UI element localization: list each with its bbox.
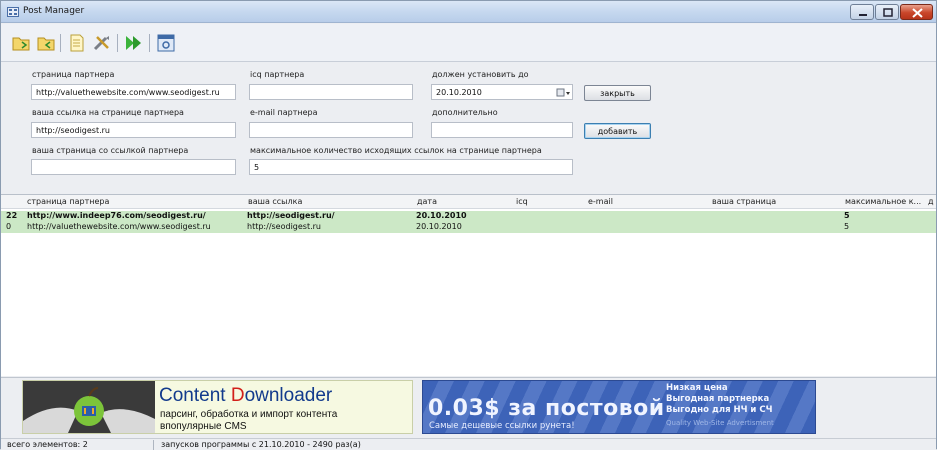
row-max-links: 5 (844, 211, 850, 220)
row-partner-page: http://www.indeep76.com/seodigest.ru/ (27, 211, 206, 220)
window-title: Post Manager (23, 6, 85, 16)
extra-input[interactable] (431, 122, 573, 138)
table-row[interactable]: 0 http://valuethewebsite.com/www.seodige… (1, 222, 936, 233)
partner-form: страница партнера http://valuethewebsite… (1, 63, 936, 191)
close-icon (912, 8, 923, 18)
content-downloader-banner[interactable]: Content Downloader парсинг, обработка и … (22, 380, 413, 434)
ad2-feature: Низкая цена (666, 383, 728, 393)
your-link-label: ваша ссылка на странице партнера (32, 108, 184, 117)
ad2-feature: Выгодная партнерка (666, 394, 770, 404)
ad2-feature: Выгодно для НЧ и СЧ (666, 405, 773, 415)
row-your-link: http://seodigest.ru/ (247, 211, 335, 220)
icq-label: icq партнера (250, 70, 305, 79)
install-by-date-picker[interactable]: 20.10.2010 (431, 84, 573, 100)
folder-open-icon[interactable] (11, 33, 31, 53)
column-header[interactable]: ваша ссылка (248, 195, 302, 208)
title-bar: Post Manager (1, 1, 936, 23)
close-button[interactable]: закрыть (584, 85, 651, 101)
ad2-tagline: Quality Web-Site Advertisment (666, 419, 774, 427)
your-page-label: ваша страница со ссылкой партнера (32, 146, 189, 155)
install-by-label: должен установить до (432, 70, 529, 79)
run-icon[interactable] (124, 33, 144, 53)
your-page-input[interactable] (31, 159, 236, 175)
app-icon (7, 7, 19, 17)
close-window-button[interactable] (900, 4, 933, 20)
toolbar-separator (60, 34, 61, 52)
column-header[interactable]: icq (516, 195, 528, 208)
add-button[interactable]: добавить (584, 123, 651, 139)
partner-page-label: страница партнера (32, 70, 115, 79)
column-header[interactable]: ваша страница (712, 195, 776, 208)
row-your-link: http://seodigest.ru (247, 222, 321, 231)
ad2-price: 0.03$ за постовой (428, 396, 665, 421)
row-date: 20.10.2010 (416, 211, 467, 220)
column-header[interactable]: максимальное к... (845, 195, 921, 208)
ad-bar: Content Downloader парсинг, обработка и … (1, 377, 936, 437)
install-by-date-value: 20.10.2010 (436, 88, 482, 97)
new-document-icon[interactable] (67, 33, 87, 53)
your-link-input[interactable]: http://seodigest.ru (31, 122, 236, 138)
main-window: Post Manager страница партнера http://va… (0, 0, 937, 450)
extra-label: дополнительно (432, 108, 498, 117)
row-id: 22 (6, 211, 18, 220)
minimize-button[interactable] (850, 4, 874, 20)
row-partner-page: http://valuethewebsite.com/www.seodigest… (27, 222, 211, 231)
tools-icon[interactable] (92, 33, 112, 53)
ad1-line: парсинг, обработка и импорт контента (160, 409, 338, 420)
email-input[interactable] (249, 122, 413, 138)
max-links-input[interactable]: 5 (249, 159, 573, 175)
minimize-icon (859, 14, 867, 16)
maximize-icon (883, 8, 893, 17)
row-max-links: 5 (844, 222, 850, 231)
column-header[interactable]: д (928, 195, 934, 208)
table-row[interactable]: 22 http://www.indeep76.com/seodigest.ru/… (1, 211, 936, 222)
ad1-title: Content Downloader (159, 385, 333, 406)
column-header[interactable]: страница партнера (27, 195, 109, 208)
icq-input[interactable] (249, 84, 413, 100)
toolbar-separator (117, 34, 118, 52)
row-date: 20.10.2010 (416, 222, 462, 231)
email-label: e-mail партнера (250, 108, 318, 117)
toolbar-separator (149, 34, 150, 52)
column-header[interactable]: дата (417, 195, 437, 208)
partner-page-input[interactable]: http://valuethewebsite.com/www.seodigest… (31, 84, 236, 100)
column-header[interactable]: e-mail (588, 195, 613, 208)
status-bar: всего элементов: 2 запусков программы с … (1, 438, 936, 450)
ad1-line: впопулярные CMS (160, 421, 247, 432)
element-count: всего элементов: 2 (7, 440, 88, 449)
calendar-dropdown-icon[interactable] (555, 86, 571, 100)
table-header: страница партнера ваша ссылка дата icq e… (1, 195, 936, 209)
ad2-subtitle: Самые дешевые ссылки рунета! (429, 421, 575, 431)
folder-export-icon[interactable] (36, 33, 56, 53)
launch-count: запусков программы с 21.10.2010 - 2490 р… (161, 440, 361, 449)
row-id: 0 (6, 222, 12, 231)
window-icon[interactable] (156, 33, 176, 53)
postovoy-banner[interactable]: 0.03$ за постовой Самые дешевые ссылки р… (422, 380, 816, 434)
links-table: страница партнера ваша ссылка дата icq e… (1, 194, 936, 376)
maximize-button[interactable] (875, 4, 899, 20)
max-links-label: максимальное количество исходящих ссылок… (250, 146, 542, 155)
toolbar (1, 24, 936, 62)
apple-hands-image (23, 381, 155, 433)
